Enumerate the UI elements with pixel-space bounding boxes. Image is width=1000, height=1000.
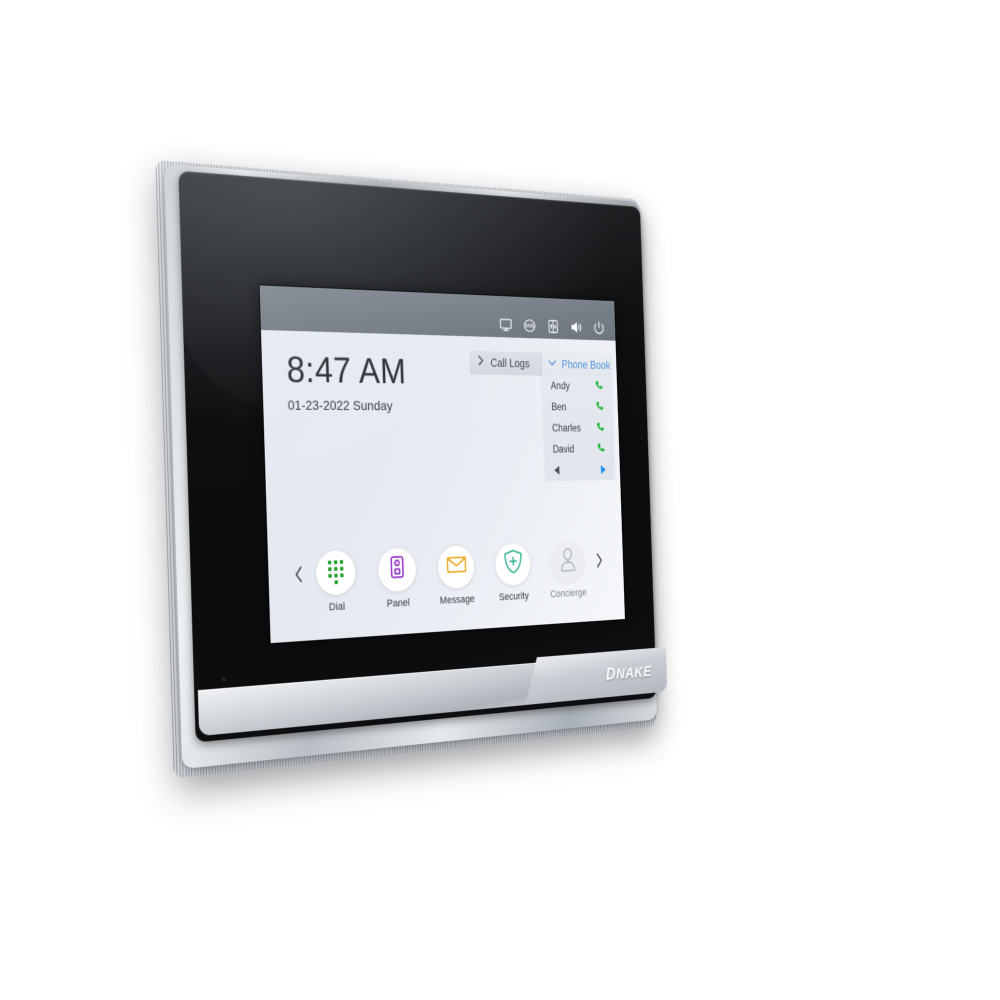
app-security[interactable]: Security bbox=[489, 542, 538, 603]
elevator-icon[interactable] bbox=[546, 317, 560, 334]
chevron-right-icon bbox=[476, 355, 485, 371]
person-icon bbox=[558, 547, 577, 576]
dialpad-icon bbox=[327, 560, 344, 585]
contact-name: Ben bbox=[551, 402, 567, 413]
app-list: Dial Panel Message Security Concierge bbox=[309, 540, 591, 614]
sos-icon[interactable]: SOS bbox=[522, 317, 537, 334]
phone-book-pager bbox=[545, 460, 614, 479]
app-label: Dial bbox=[328, 600, 346, 613]
phone-call-icon[interactable] bbox=[595, 420, 605, 437]
dnake-indoor-monitor: SOS 8:47 AM 01-23-2022 Sunday Call Logs … bbox=[155, 160, 668, 778]
chevron-down-icon bbox=[548, 356, 557, 372]
app-icon-circle bbox=[377, 547, 417, 592]
status-bar-icons: SOS bbox=[498, 316, 606, 336]
contact-name: Andy bbox=[550, 381, 570, 392]
svg-text:SOS: SOS bbox=[525, 323, 534, 329]
app-dock: Dial Panel Message Security Concierge bbox=[267, 522, 624, 635]
contact-row[interactable]: Andy bbox=[542, 376, 612, 398]
app-message[interactable]: Message bbox=[431, 544, 481, 607]
contact-row[interactable]: Ben bbox=[543, 397, 613, 418]
envelope-icon bbox=[445, 554, 467, 580]
app-concierge[interactable]: Concierge bbox=[544, 540, 591, 600]
app-icon-circle bbox=[437, 544, 475, 589]
perspective-scene: SOS 8:47 AM 01-23-2022 Sunday Call Logs … bbox=[0, 0, 1000, 1000]
calls-panel: Call Logs Phone Book Andy Ben Charles Da… bbox=[469, 350, 615, 481]
volume-icon[interactable] bbox=[569, 318, 583, 335]
phone-book-header[interactable]: Phone Book bbox=[541, 352, 612, 377]
dock-prev-button[interactable] bbox=[287, 563, 311, 603]
contact-row[interactable]: Charles bbox=[544, 418, 614, 439]
contact-name: Charles bbox=[552, 423, 582, 435]
app-label: Security bbox=[498, 590, 530, 603]
brand-text: NAKE bbox=[615, 662, 652, 683]
phone-call-icon[interactable] bbox=[596, 441, 606, 458]
power-icon[interactable] bbox=[592, 319, 606, 336]
phone-book-label: Phone Book bbox=[561, 358, 611, 372]
phone-call-icon[interactable] bbox=[594, 400, 604, 417]
dock-next-button[interactable] bbox=[589, 550, 609, 586]
microphone-hole bbox=[221, 676, 227, 683]
phone-call-icon[interactable] bbox=[594, 379, 604, 396]
clock-widget: 8:47 AM 01-23-2022 Sunday bbox=[286, 349, 407, 414]
call-logs-label: Call Logs bbox=[490, 356, 530, 371]
app-dial[interactable]: Dial bbox=[309, 549, 363, 614]
front-glass-panel: SOS 8:47 AM 01-23-2022 Sunday Call Logs … bbox=[178, 170, 668, 743]
pager-next-icon[interactable] bbox=[600, 464, 607, 474]
bottom-bezel: DNAKE bbox=[197, 652, 668, 737]
contact-name: David bbox=[552, 444, 575, 456]
app-icon-circle bbox=[315, 549, 356, 596]
shield-plus-icon bbox=[503, 549, 523, 580]
phone-book-panel: Phone Book Andy Ben Charles David bbox=[541, 352, 615, 480]
home-screen-body: 8:47 AM 01-23-2022 Sunday Call Logs Phon… bbox=[260, 329, 625, 644]
screenshot-root: SOS 8:47 AM 01-23-2022 Sunday Call Logs … bbox=[0, 0, 1000, 1000]
call-logs-header[interactable]: Call Logs bbox=[469, 350, 543, 376]
clock-time: 8:47 AM bbox=[286, 349, 407, 392]
app-label: Concierge bbox=[550, 586, 587, 600]
pager-prev-icon[interactable] bbox=[554, 465, 560, 475]
contact-row[interactable]: David bbox=[544, 439, 613, 461]
app-label: Panel bbox=[386, 596, 410, 610]
monitor-icon[interactable] bbox=[498, 316, 513, 334]
app-panel[interactable]: Panel bbox=[371, 547, 423, 610]
app-label: Message bbox=[439, 593, 475, 607]
lcd-screen: SOS 8:47 AM 01-23-2022 Sunday Call Logs … bbox=[259, 285, 625, 644]
brand-initial: D bbox=[605, 664, 617, 685]
app-icon-circle bbox=[550, 540, 585, 583]
door-station-icon bbox=[387, 554, 407, 584]
app-icon-circle bbox=[494, 542, 531, 586]
clock-date: 01-23-2022 Sunday bbox=[287, 397, 393, 414]
